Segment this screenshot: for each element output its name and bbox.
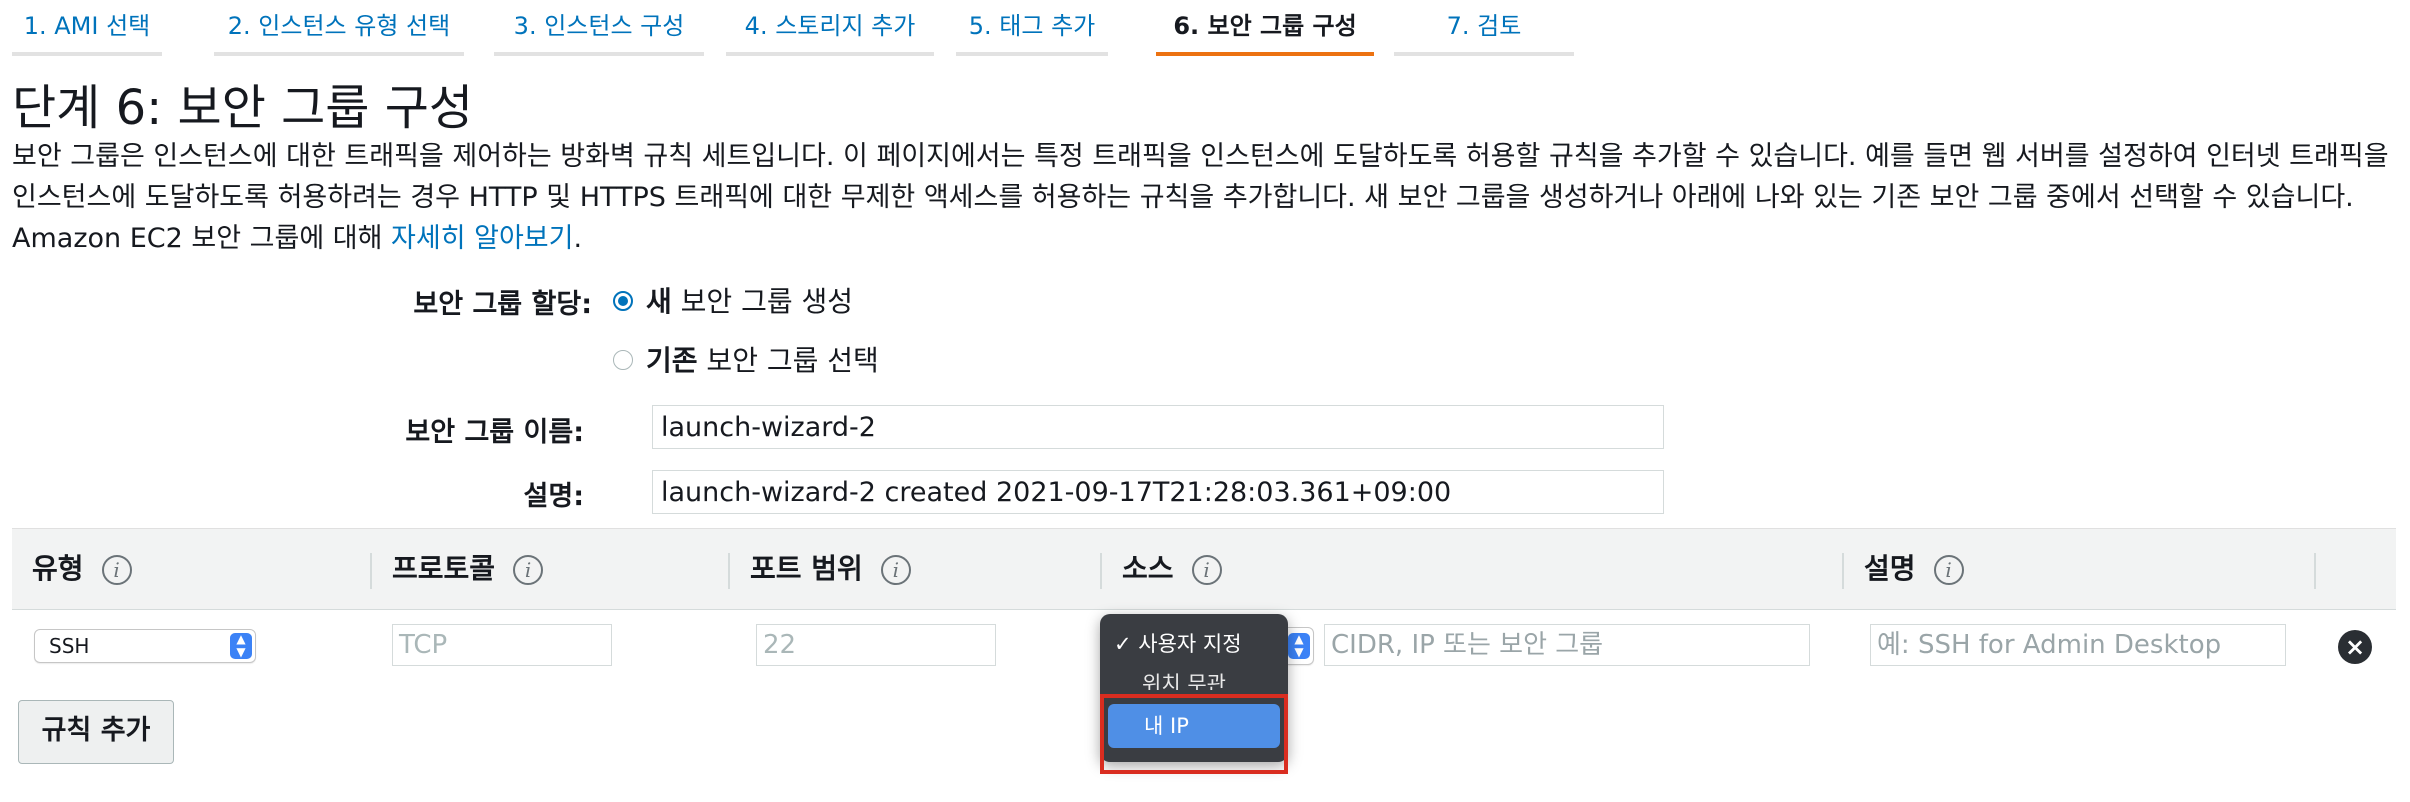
type-select-value: SSH [49,634,90,658]
menu-item-custom[interactable]: ✓ 사용자 지정 [1100,626,1288,662]
radio-new-label[interactable]: 새 보안 그룹 생성 [646,280,853,320]
info-icon[interactable]: i [1933,555,1964,585]
rule-description-input[interactable]: 예: SSH for Admin Desktop [1870,624,2286,666]
radio-existing-bold: 기존 [646,344,698,377]
group-name-label: 보안 그룹 이름: [405,417,584,448]
header-protocol-label: 프로토콜 [392,552,496,585]
radio-new-bold: 새 [646,285,672,318]
column-divider [2314,553,2316,589]
info-icon[interactable]: i [880,555,911,585]
info-icon[interactable]: i [101,555,132,585]
info-icon[interactable]: i [513,555,544,585]
column-divider [1842,553,1844,589]
add-rule-button[interactable]: 규칙 추가 [18,700,174,764]
header-protocol: 프로토콜 i [392,529,544,611]
page-title: 단계 6: 보안 그룹 구성 [12,80,474,136]
intro-body: 보안 그룹은 인스턴스에 대한 트래픽을 제어하는 방화벽 규칙 세트입니다. … [12,141,2389,254]
description-input[interactable] [652,470,1664,514]
info-icon[interactable]: i [1191,555,1222,585]
header-description: 설명 i [1864,529,1964,611]
description-label: 설명: [523,481,584,512]
assign-label: 보안 그룹 할당: [413,289,592,320]
tab-instance-type[interactable]: 2. 인스턴스 유형 선택 [214,0,464,56]
radio-new-rest: 보안 그룹 생성 [671,285,854,318]
tab-security-group[interactable]: 6. 보안 그룹 구성 [1156,0,1374,56]
annotation-highlight-box [1100,694,1288,774]
header-source: 소스 i [1122,529,1222,611]
intro-text: 보안 그룹은 인스턴스에 대한 트래픽을 제어하는 방화벽 규칙 세트입니다. … [12,136,2397,259]
rules-table-header: 유형 i 프로토콜 i 포트 범위 i 소스 i 설명 i [12,528,2396,610]
tab-review[interactable]: 7. 검토 [1394,0,1574,56]
header-port-range: 포트 범위 i [750,529,911,611]
tab-instance-config[interactable]: 3. 인스턴스 구성 [494,0,704,56]
tab-ami[interactable]: 1. AMI 선택 [12,0,162,56]
radio-existing-rest: 보안 그룹 선택 [697,344,879,377]
source-cidr-input[interactable]: CIDR, IP 또는 보안 그룹 [1324,624,1810,666]
menu-item-anywhere[interactable]: 위치 무관 [1100,666,1288,690]
radio-new-group[interactable] [613,291,633,311]
type-select[interactable]: SSH ▲ ▼ [34,629,256,663]
updown-icon: ▲ ▼ [1288,633,1310,659]
header-type: 유형 i [32,529,132,611]
column-divider [728,553,730,589]
group-name-input[interactable] [652,405,1664,449]
header-description-label: 설명 [1864,552,1916,585]
learn-more-link[interactable]: 자세히 알아보기 [391,223,573,254]
header-source-label: 소스 [1122,552,1174,585]
tab-storage[interactable]: 4. 스토리지 추가 [726,0,934,56]
header-type-label: 유형 [32,552,84,585]
radio-existing-group[interactable] [613,350,633,370]
column-divider [370,553,372,589]
header-port-label: 포트 범위 [750,552,863,585]
intro-end: . [573,223,583,254]
column-divider [1100,553,1102,589]
remove-rule-icon[interactable]: × [2338,630,2372,664]
protocol-field: TCP [392,624,612,666]
menu-item-custom-label: 사용자 지정 [1138,632,1242,656]
updown-icon: ▲ ▼ [230,633,252,659]
tab-tags[interactable]: 5. 태그 추가 [956,0,1108,56]
radio-existing-label[interactable]: 기존 보안 그룹 선택 [646,339,879,379]
port-range-field: 22 [756,624,996,666]
